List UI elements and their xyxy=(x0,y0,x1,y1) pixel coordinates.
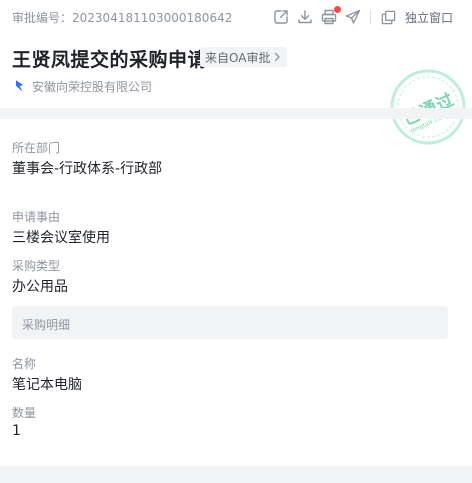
page-title: 王贤凤提交的采购申请 xyxy=(12,49,208,71)
send-icon[interactable] xyxy=(344,8,362,26)
notification-dot xyxy=(334,6,341,13)
company-info: 安徽向荣控股有限公司 xyxy=(14,78,152,94)
company-name: 安徽向荣控股有限公司 xyxy=(32,79,153,94)
toolbar-divider xyxy=(370,10,371,24)
reason-label: 申请事由 xyxy=(12,210,61,224)
approval-serial: 审批编号：202304181103000180642 xyxy=(12,9,232,26)
source-tag[interactable]: 来自OA审批 xyxy=(200,47,288,67)
download-icon[interactable] xyxy=(296,8,314,26)
purchase-details-label: 采购明细 xyxy=(22,318,71,332)
approved-stamp: 已通过 dingtalk.com xyxy=(389,68,467,146)
chevron-right-icon xyxy=(275,52,281,62)
department-value: 董事会-行政体系-行政部 xyxy=(12,161,163,177)
department-label: 所在部门 xyxy=(12,141,61,155)
bottom-divider xyxy=(0,466,472,483)
standalone-window-icon xyxy=(381,10,396,24)
source-tag-label: 来自OA审批 xyxy=(205,50,271,65)
item-name-label: 名称 xyxy=(12,357,37,371)
purchase-type-value: 办公用品 xyxy=(12,279,68,295)
share-icon[interactable] xyxy=(272,8,290,26)
quantity-label: 数量 xyxy=(12,406,37,420)
purchase-details-header: 采购明细 xyxy=(12,306,448,339)
purchase-type-label: 采购类型 xyxy=(12,259,61,273)
top-bar: 审批编号：202304181103000180642 独立窗口 xyxy=(0,0,472,34)
section-divider xyxy=(0,108,472,119)
serial-number: 202304181103000180642 xyxy=(72,11,233,25)
company-logo-icon xyxy=(16,80,23,92)
quantity-value: 1 xyxy=(12,423,21,439)
standalone-window-button[interactable]: 独立窗口 xyxy=(380,7,453,27)
reason-value: 三楼会议室使用 xyxy=(12,230,110,246)
serial-label: 审批编号： xyxy=(12,11,73,25)
item-name-value: 笔记本电脑 xyxy=(12,377,82,393)
standalone-window-label: 独立窗口 xyxy=(405,10,454,25)
